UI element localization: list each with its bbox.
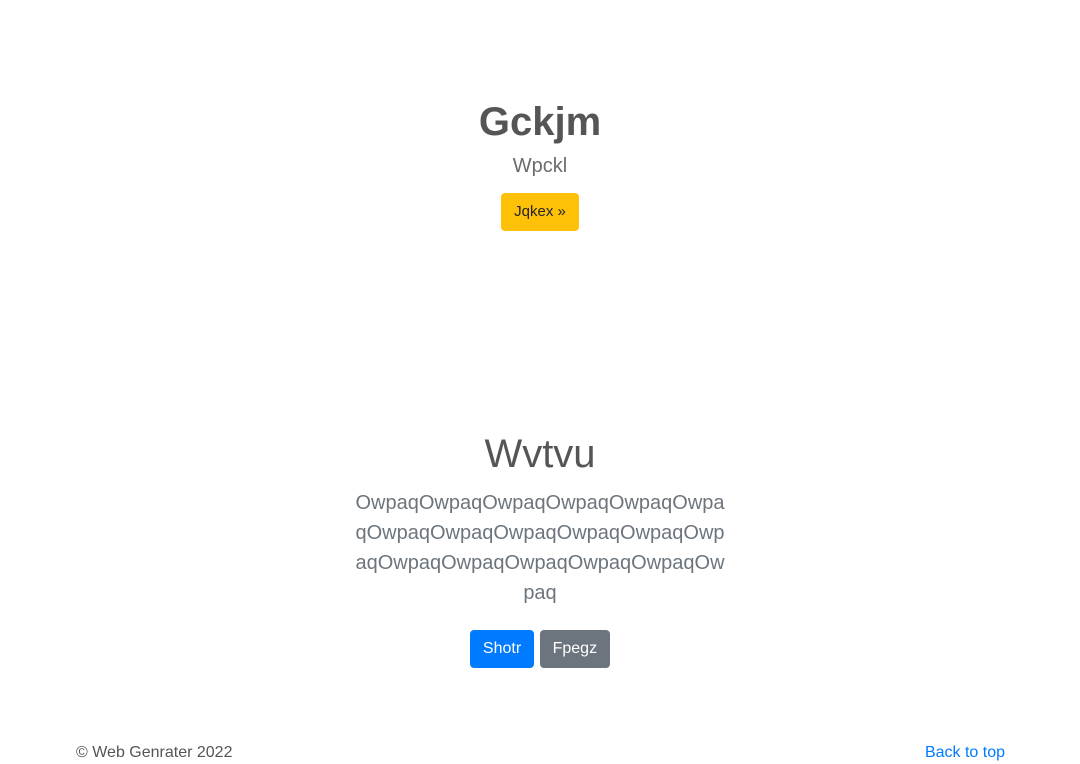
section-title: Wvtvu [484,432,596,476]
hero-title: Gckjm [478,100,602,144]
hero-section: Gckjm Wpckl Jqkex » [0,96,1080,231]
hero-actions: Jqkex » [0,193,1080,231]
feature-section: Wvtvu OwpaqOwpaqOwpaqOwpaqOwpaqOwpaqOwpa… [0,428,1080,668]
page: Gckjm Wpckl Jqkex » Wvtvu OwpaqOwpaqOwpa… [0,0,1080,764]
section-actions: Shotr Fpegz [0,630,1080,668]
hero-cta-button[interactable]: Jqkex » [501,193,579,231]
footer: © Web Genrater 2022 Back to top [76,741,1005,764]
footer-copyright: © Web Genrater 2022 [76,744,233,761]
back-to-top-link[interactable]: Back to top [925,741,1005,764]
section-lead: OwpaqOwpaqOwpaqOwpaqOwpaqOwpaqOwpaqOwpaq… [355,492,725,604]
hero-subtitle: Wpckl [512,155,568,177]
secondary-button[interactable]: Fpegz [539,630,611,668]
primary-button[interactable]: Shotr [469,630,535,668]
